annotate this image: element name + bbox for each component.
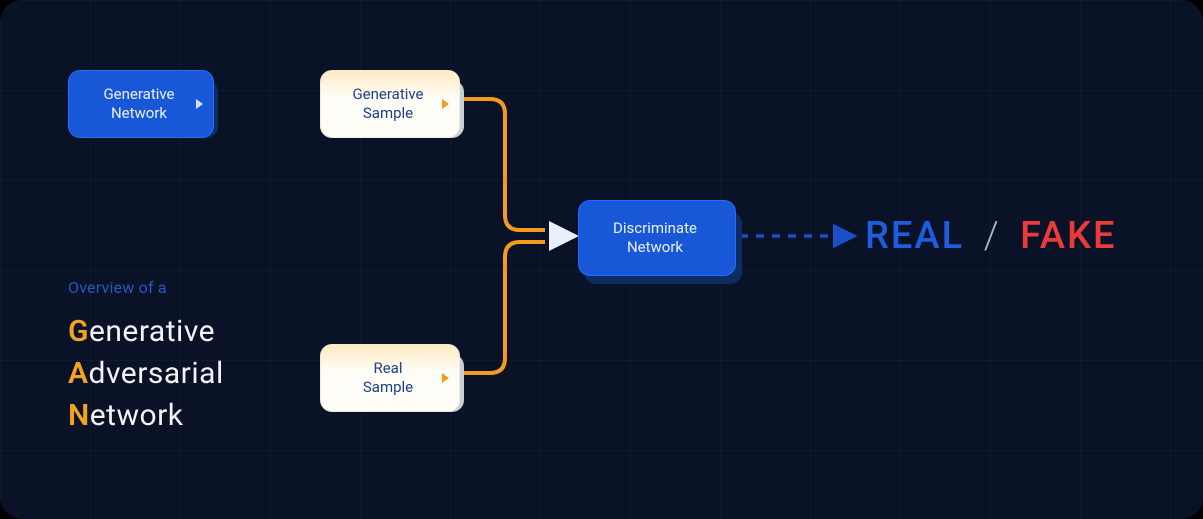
- initial-letter: G: [68, 314, 89, 349]
- title-line-2: Adversarial: [68, 353, 328, 395]
- node-discriminate-network: Discriminate Network: [578, 200, 736, 276]
- node-generative-network: Generative Network: [68, 70, 214, 138]
- title-overview: Overview of a: [68, 278, 328, 297]
- play-icon: [442, 373, 449, 383]
- node-label-line1: Real: [373, 359, 402, 378]
- gan-diagram-canvas: Generative Network Generative Sample Rea…: [0, 0, 1203, 519]
- title-rest: enerative: [89, 314, 215, 349]
- node-label-line2: Network: [111, 104, 167, 123]
- title-line-1: Generative: [68, 311, 328, 353]
- output-real: REAL: [865, 214, 964, 258]
- node-label-line2: Sample: [363, 104, 413, 123]
- edge-real-sample-to-discriminate: [462, 242, 545, 373]
- node-generative-sample: Generative Sample: [320, 70, 460, 138]
- title-rest: dversarial: [89, 356, 224, 391]
- initial-letter: A: [68, 356, 89, 391]
- title-rest: etwork: [90, 398, 184, 433]
- play-icon: [442, 99, 449, 109]
- output-fake: FAKE: [1020, 214, 1116, 258]
- initial-letter: N: [68, 398, 90, 433]
- title-line-3: Network: [68, 395, 328, 437]
- output-label: REAL / FAKE: [865, 214, 1116, 258]
- play-icon: [196, 99, 203, 109]
- node-label-line2: Sample: [363, 378, 413, 397]
- node-label-line1: Generative: [103, 85, 174, 104]
- output-slash: /: [976, 214, 1009, 258]
- title-block: Overview of a Generative Adversarial Net…: [68, 278, 328, 437]
- node-label-line1: Discriminate: [613, 219, 697, 238]
- node-real-sample: Real Sample: [320, 344, 460, 412]
- node-label-line1: Generative: [352, 85, 423, 104]
- node-label-line2: Network: [627, 238, 683, 257]
- edge-gen-sample-to-discriminate: [462, 99, 545, 230]
